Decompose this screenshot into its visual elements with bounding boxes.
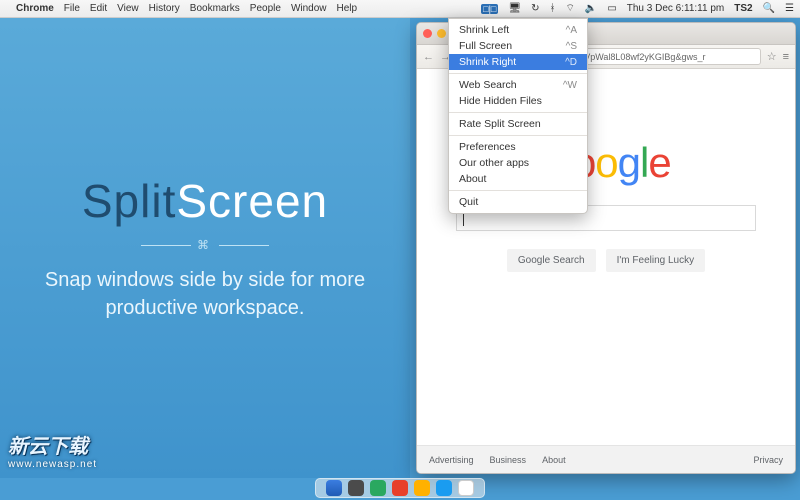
menu-separator — [449, 135, 587, 136]
menu-item-label: Shrink Left — [459, 24, 509, 36]
menubar-item-help[interactable]: Help — [337, 3, 358, 14]
menubar-item-view[interactable]: View — [117, 3, 139, 14]
watermark-url: www.newasp.net — [8, 459, 97, 470]
dock-app[interactable] — [458, 480, 474, 496]
menu-separator — [449, 190, 587, 191]
menubar-item-edit[interactable]: Edit — [90, 3, 107, 14]
logo-letter: g — [618, 139, 640, 186]
menu-item-rate[interactable]: Rate Split Screen — [449, 116, 587, 132]
menubar-app-name[interactable]: Chrome — [16, 3, 54, 14]
splitscreen-menubar-icon[interactable]: □|□ — [481, 4, 498, 14]
menubar-item-file[interactable]: File — [64, 3, 80, 14]
spotlight-icon[interactable]: 🔍 — [763, 3, 775, 14]
menubar-user[interactable]: TS2 — [734, 3, 752, 14]
bluetooth-icon[interactable]: ᚼ — [549, 3, 555, 14]
menu-item-label: Full Screen — [459, 40, 512, 52]
watermark: 新云下载 www.newasp.net — [8, 430, 97, 470]
menubar-clock[interactable]: Thu 3 Dec 6:11:11 pm — [627, 3, 724, 14]
dock-app[interactable] — [370, 480, 386, 496]
menu-item-shrink-right[interactable]: Shrink Right ^D — [449, 54, 587, 70]
menu-item-label: Our other apps — [459, 157, 529, 169]
minimize-button[interactable] — [437, 29, 446, 38]
close-button[interactable] — [423, 29, 432, 38]
menu-item-label: About — [459, 173, 486, 185]
macos-dock — [315, 478, 485, 498]
feeling-lucky-button[interactable]: I'm Feeling Lucky — [606, 249, 706, 272]
footer-link-business[interactable]: Business — [490, 455, 527, 465]
menubar-left: Chrome File Edit View History Bookmarks … — [6, 3, 357, 14]
dock-app-finder[interactable] — [326, 480, 342, 496]
promo-title-a: Split — [82, 175, 176, 227]
menu-item-shortcut: ^A — [566, 25, 577, 36]
menu-item-full-screen[interactable]: Full Screen ^S — [449, 38, 587, 54]
menu-item-shortcut: ^S — [566, 41, 577, 52]
menu-item-shortcut: ^W — [563, 80, 577, 91]
menu-item-preferences[interactable]: Preferences — [449, 139, 587, 155]
menubar-item-people[interactable]: People — [250, 3, 281, 14]
menu-item-shortcut: ^D — [565, 57, 577, 68]
menu-item-label: Rate Split Screen — [459, 118, 541, 130]
menu-item-web-search[interactable]: Web Search ^W — [449, 77, 587, 93]
bookmark-star-icon[interactable]: ☆ — [767, 50, 777, 63]
dock-app[interactable] — [414, 480, 430, 496]
promo-divider: ⌘ — [125, 238, 285, 252]
promo-title-b: Screen — [176, 175, 328, 227]
menu-item-label: Shrink Right — [459, 56, 516, 68]
promo-tagline: Snap windows side by side for more produ… — [30, 266, 380, 322]
volume-icon[interactable]: 🔈 — [585, 3, 597, 14]
menubar-item-window[interactable]: Window — [291, 3, 327, 14]
menu-separator — [449, 73, 587, 74]
battery-icon[interactable]: ▭ — [607, 3, 616, 14]
menubar-item-history[interactable]: History — [149, 3, 180, 14]
dock-app[interactable] — [436, 480, 452, 496]
notification-center-icon[interactable]: ☰ — [785, 3, 794, 14]
menu-item-quit[interactable]: Quit — [449, 194, 587, 210]
footer-left: Advertising Business About — [429, 455, 566, 465]
logo-letter: e — [648, 139, 670, 186]
menu-separator — [449, 112, 587, 113]
dock-app-settings[interactable] — [348, 480, 364, 496]
watermark-text: 新云下载 — [8, 436, 88, 458]
back-button[interactable]: ← — [423, 51, 434, 63]
macos-menubar: Chrome File Edit View History Bookmarks … — [0, 0, 800, 18]
wifi-icon[interactable]: ⌔ — [565, 2, 574, 15]
menu-item-label: Hide Hidden Files — [459, 95, 542, 107]
dock-app[interactable] — [392, 480, 408, 496]
menubar-right: □|□ 🖥 ↻ ᚼ ⌔ 🔈 ▭ Thu 3 Dec 6:11:11 pm TS2… — [481, 2, 794, 15]
menu-item-shrink-left[interactable]: Shrink Left ^A — [449, 22, 587, 38]
promo-title: SplitScreen — [82, 174, 328, 228]
splitscreen-dropdown-menu: Shrink Left ^A Full Screen ^S Shrink Right… — [448, 18, 588, 214]
menu-item-label: Web Search — [459, 79, 517, 91]
display-icon[interactable]: 🖥 — [508, 3, 521, 14]
logo-letter: o — [595, 139, 617, 186]
promo-panel: SplitScreen ⌘ Snap windows side by side … — [0, 18, 410, 478]
footer-link-advertising[interactable]: Advertising — [429, 455, 474, 465]
footer-link-about[interactable]: About — [542, 455, 566, 465]
menu-item-hide-hidden-files[interactable]: Hide Hidden Files — [449, 93, 587, 109]
menu-item-other-apps[interactable]: Our other apps — [449, 155, 587, 171]
timemachine-icon[interactable]: ↻ — [531, 3, 539, 14]
menubar-item-bookmarks[interactable]: Bookmarks — [190, 3, 240, 14]
menu-item-about[interactable]: About — [449, 171, 587, 187]
footer-right: Privacy — [753, 455, 783, 465]
google-footer: Advertising Business About Privacy — [417, 445, 795, 473]
google-search-button[interactable]: Google Search — [507, 249, 596, 272]
google-buttons: Google Search I'm Feeling Lucky — [507, 249, 705, 272]
footer-link-privacy[interactable]: Privacy — [753, 455, 783, 465]
menu-item-label: Quit — [459, 196, 478, 208]
menu-item-label: Preferences — [459, 141, 516, 153]
chrome-menu-icon[interactable]: ≡ — [783, 51, 789, 63]
